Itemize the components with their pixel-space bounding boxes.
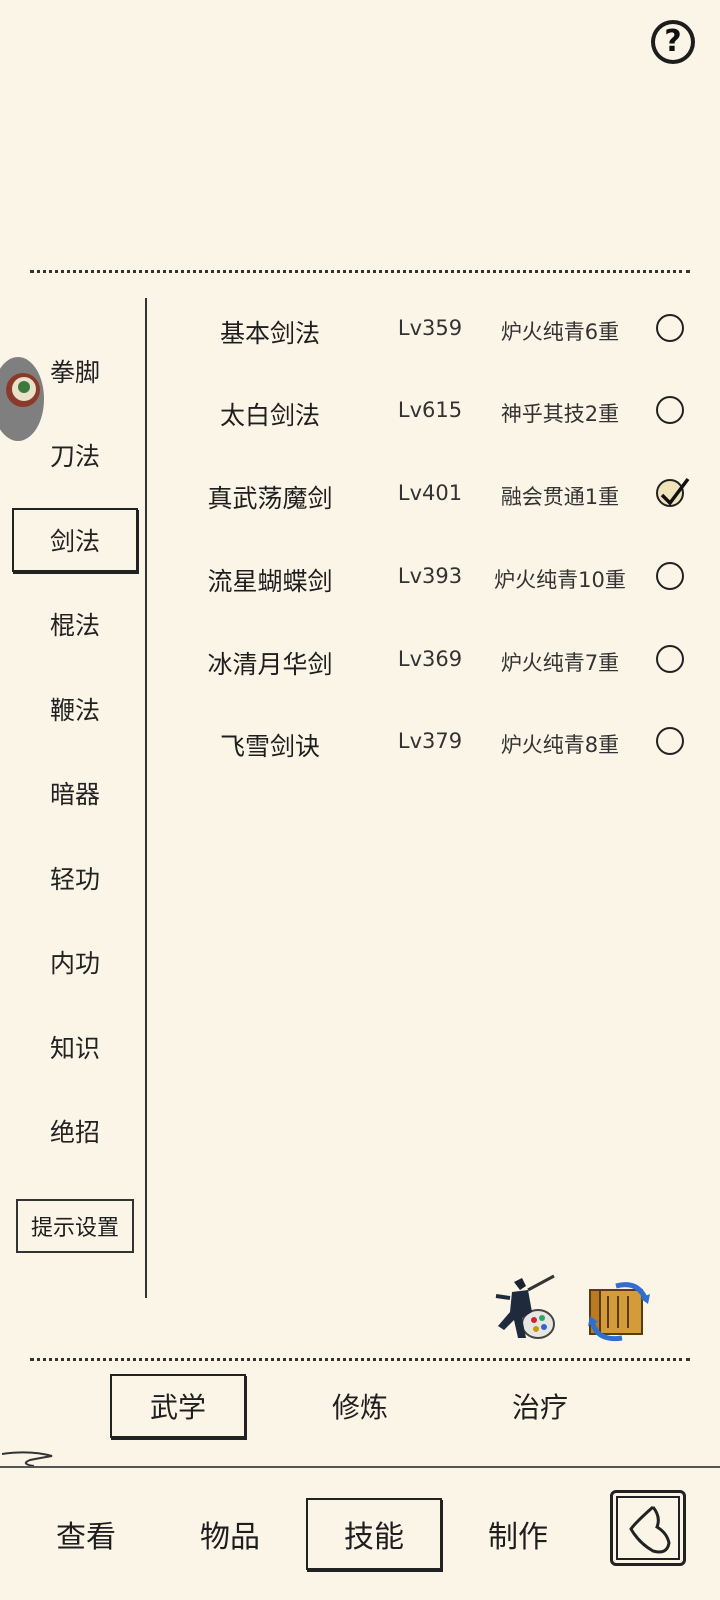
back-arrow-icon bbox=[629, 1505, 671, 1554]
skill-name: 太白剑法 bbox=[219, 401, 320, 430]
skill-row[interactable]: 真武荡魔剑 Lv401 融会贯通1重 bbox=[160, 467, 700, 523]
skill-rank: 融会贯通1重 bbox=[500, 485, 620, 509]
skill-name: 真武荡魔剑 bbox=[207, 484, 333, 513]
skill-select-radio[interactable] bbox=[656, 314, 684, 342]
category-3[interactable]: 棍法 bbox=[12, 592, 138, 656]
category-9[interactable]: 绝招 bbox=[12, 1099, 138, 1163]
nav-tab-2[interactable]: 技能 bbox=[306, 1498, 442, 1570]
skill-select-radio[interactable] bbox=[656, 477, 690, 507]
scroll-refresh-icon[interactable] bbox=[586, 1282, 652, 1342]
skill-row[interactable]: 基本剑法 Lv359 炉火纯青6重 bbox=[160, 302, 700, 358]
help-button[interactable]: ? bbox=[651, 20, 695, 64]
subtab-0[interactable]: 武学 bbox=[110, 1374, 246, 1438]
skill-row[interactable]: 太白剑法 Lv615 神乎其技2重 bbox=[160, 384, 700, 440]
skill-level: Lv393 bbox=[397, 564, 463, 588]
ink-curl-decoration bbox=[1, 1451, 53, 1467]
skill-level: Lv369 bbox=[397, 647, 463, 671]
top-divider bbox=[30, 270, 690, 273]
back-button[interactable] bbox=[610, 1490, 686, 1566]
category-6[interactable]: 轻功 bbox=[12, 846, 138, 910]
skill-row[interactable]: 冰清月华剑 Lv369 炉火纯青7重 bbox=[160, 633, 700, 689]
skill-row[interactable]: 流星蝴蝶剑 Lv393 炉火纯青10重 bbox=[160, 550, 700, 606]
skill-row[interactable]: 飞雪剑诀 Lv379 炉火纯青8重 bbox=[160, 715, 700, 771]
category-7[interactable]: 内功 bbox=[12, 930, 138, 994]
category-1[interactable]: 刀法 bbox=[12, 423, 138, 487]
subtab-2[interactable]: 治疗 bbox=[472, 1374, 608, 1438]
skill-level: Lv359 bbox=[397, 316, 463, 340]
skill-rank: 神乎其技2重 bbox=[500, 402, 620, 426]
skill-level: Lv615 bbox=[397, 398, 463, 422]
skill-rank: 炉火纯青6重 bbox=[500, 320, 620, 344]
skill-rank: 炉火纯青10重 bbox=[494, 568, 626, 592]
category-0[interactable]: 拳脚 bbox=[12, 339, 138, 403]
category-8[interactable]: 知识 bbox=[12, 1015, 138, 1079]
nav-divider bbox=[0, 1466, 720, 1468]
skill-level: Lv379 bbox=[397, 729, 463, 753]
nav-tab-1[interactable]: 物品 bbox=[162, 1498, 298, 1570]
check-icon bbox=[660, 477, 690, 506]
skill-rank: 炉火纯青7重 bbox=[500, 651, 620, 675]
subtab-1[interactable]: 修炼 bbox=[292, 1374, 428, 1438]
tip-settings-button[interactable]: 提示设置 bbox=[16, 1199, 134, 1253]
nav-tab-0[interactable]: 查看 bbox=[18, 1498, 154, 1570]
skill-name: 飞雪剑诀 bbox=[219, 732, 320, 761]
category-5[interactable]: 暗器 bbox=[12, 761, 138, 825]
skill-select-radio[interactable] bbox=[656, 727, 684, 755]
skill-select-radio[interactable] bbox=[656, 562, 684, 590]
skill-name: 冰清月华剑 bbox=[207, 650, 333, 679]
bottom-divider bbox=[30, 1358, 690, 1361]
skill-level: Lv401 bbox=[397, 481, 463, 505]
category-4[interactable]: 鞭法 bbox=[12, 677, 138, 741]
help-icon: ? bbox=[655, 24, 691, 60]
skill-name: 流星蝴蝶剑 bbox=[207, 567, 333, 596]
category-2[interactable]: 剑法 bbox=[12, 508, 138, 572]
nav-tab-3[interactable]: 制作 bbox=[450, 1498, 586, 1570]
skill-select-radio[interactable] bbox=[656, 396, 684, 424]
skill-select-radio[interactable] bbox=[656, 645, 684, 673]
skill-name: 基本剑法 bbox=[219, 319, 320, 348]
warrior-palette-icon[interactable] bbox=[492, 1272, 562, 1344]
category-divider bbox=[145, 298, 147, 1298]
skill-rank: 炉火纯青8重 bbox=[500, 733, 620, 757]
